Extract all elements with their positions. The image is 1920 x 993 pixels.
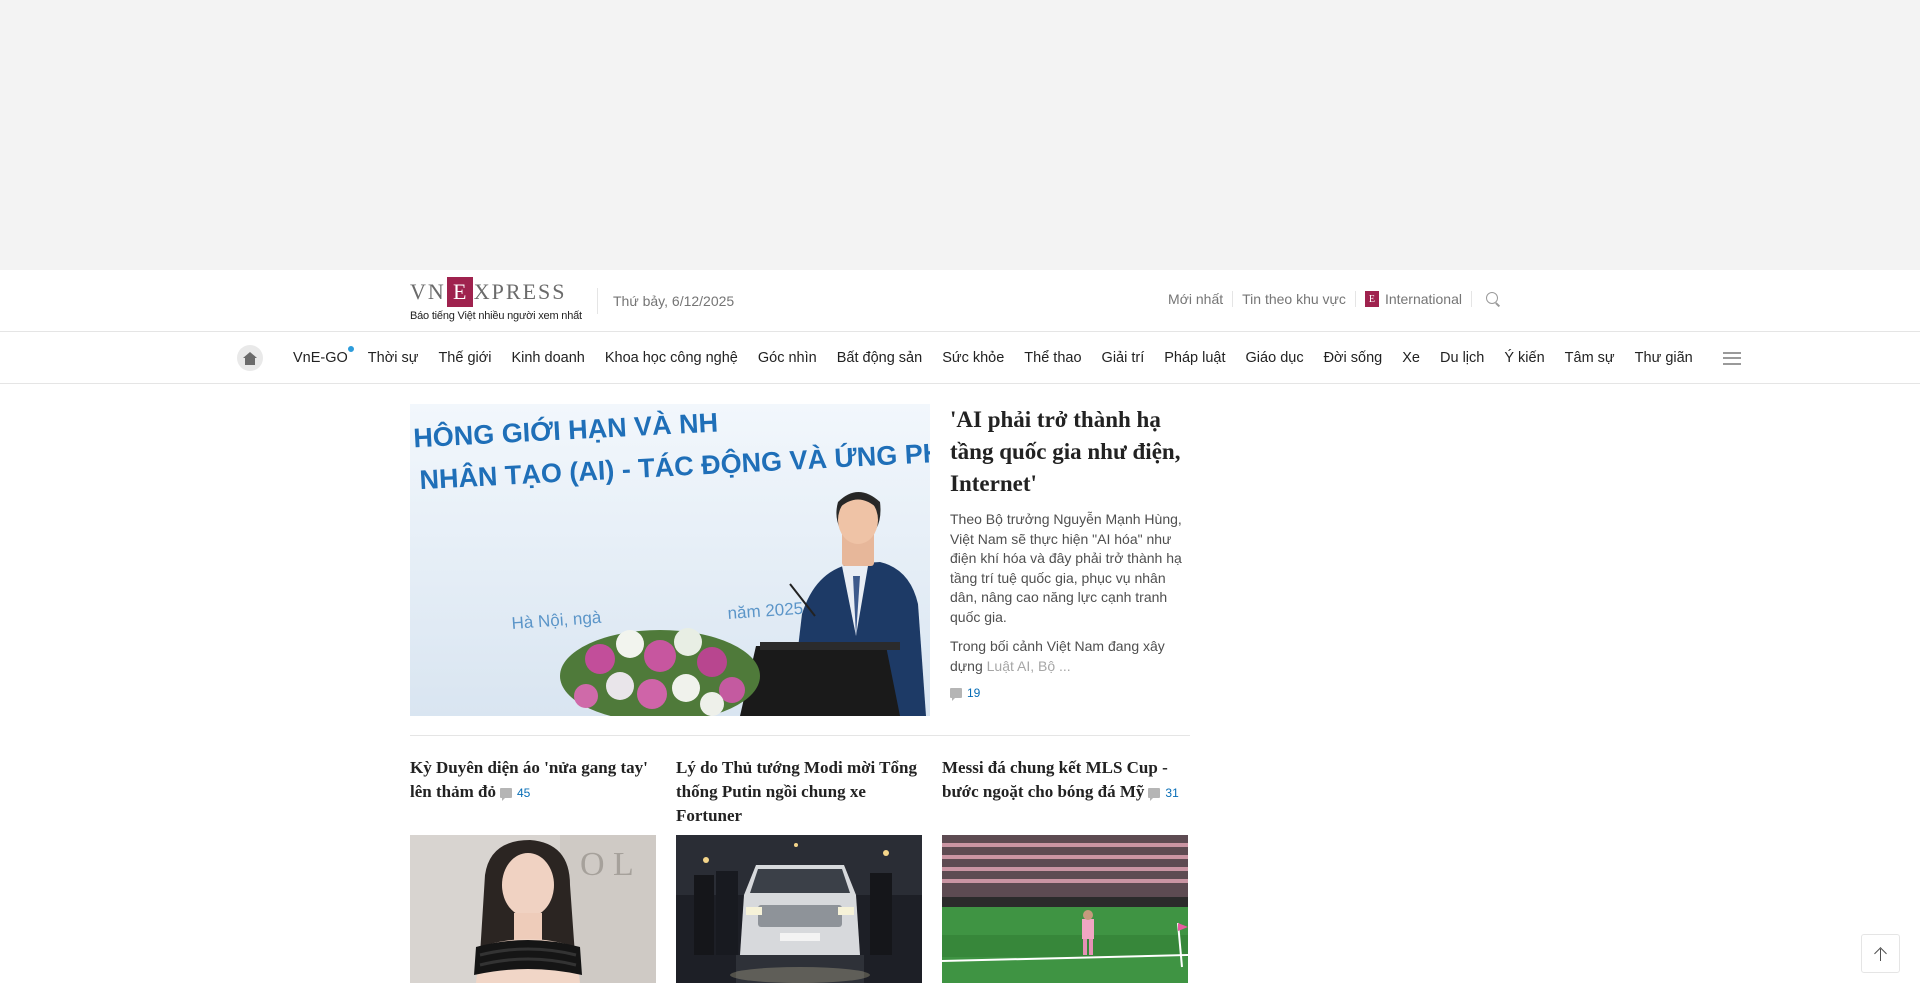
home-icon: [243, 351, 257, 365]
nav-item-label: Khoa học công nghệ: [604, 350, 738, 366]
nav-item-label: Giáo dục: [1245, 350, 1304, 366]
comment-icon: [499, 788, 512, 802]
nav-item-du-lich[interactable]: Du lịch: [1430, 350, 1494, 366]
article-image-svg: O L: [410, 835, 656, 983]
nav-item-label: Thế giới: [438, 350, 492, 366]
featured-article-description: Theo Bộ trưởng Nguyễn Mạnh Hùng, Việt Na…: [950, 511, 1182, 625]
nav-item-label: Giải trí: [1101, 350, 1145, 366]
arrow-up-icon: [1874, 947, 1888, 961]
comment-count: 19: [967, 686, 981, 700]
nav-item-thoi-su[interactable]: Thời sự: [358, 350, 429, 366]
svg-text:O L: O L: [580, 846, 634, 883]
article-title[interactable]: Kỳ Duyên diện áo 'nửa gang tay' lên thảm…: [410, 756, 656, 828]
article-comment-count[interactable]: 31: [1148, 781, 1179, 805]
latest-news-link[interactable]: Mới nhất: [1159, 291, 1232, 307]
nav-item-giai-tri[interactable]: Giải trí: [1092, 350, 1155, 366]
nav-item-label: Xe: [1402, 350, 1421, 366]
featured-article-title[interactable]: 'AI phải trở thành hạ tầng quốc gia như …: [950, 404, 1190, 500]
featured-comment-count[interactable]: 19: [950, 686, 981, 701]
nav-item-label: Bất động sản: [836, 350, 923, 366]
international-logo-icon: E: [1364, 291, 1379, 307]
logo-tagline: Báo tiếng Việt nhiều người xem nhất: [410, 310, 582, 322]
nav-item-suc-khoe[interactable]: Sức khỏe: [932, 350, 1014, 366]
article-title-text: Lý do Thủ tướng Modi mời Tổng thống Puti…: [676, 758, 917, 825]
international-link[interactable]: E International: [1354, 291, 1471, 307]
regional-news-link[interactable]: Tin theo khu vực: [1232, 291, 1355, 307]
featured-more-faded: Luật AI, Bộ ...: [986, 657, 1071, 674]
featured-article-image[interactable]: HÔNG GIỚI HẠN VÀ NH NHÂN TẠO (AI) - TÁC …: [410, 404, 930, 716]
nav-item-label: Góc nhìn: [757, 350, 817, 366]
nav-item-label: Kinh doanh: [511, 350, 585, 366]
nav-item-goc-nhin[interactable]: Góc nhìn: [748, 350, 827, 366]
nav-item-label: Đời sống: [1323, 350, 1383, 366]
nav-item-label: Sức khỏe: [942, 350, 1005, 366]
featured-article-content: 'AI phải trở thành hạ tầng quốc gia như …: [950, 404, 1190, 703]
article-image[interactable]: [676, 835, 922, 983]
nav-items: VnE-GO Thời sự Thế giới Kinh doanh Khoa …: [237, 344, 1741, 372]
logo-wordmark: VN E XPRESS: [410, 276, 585, 308]
nav-item-label: Ý kiến: [1504, 350, 1545, 366]
top-links: Mới nhất Tin theo khu vực E International: [1159, 291, 1510, 307]
regional-news-label: Tin theo khu vực: [1242, 291, 1346, 307]
logo-e-box: E: [446, 277, 473, 307]
vnexpress-logo[interactable]: VN E XPRESS Báo tiếng Việt nhiều người xem…: [410, 276, 585, 324]
nav-item-vne-go[interactable]: VnE-GO: [283, 345, 358, 366]
article-comment-count[interactable]: 45: [499, 781, 531, 805]
article-image[interactable]: [942, 835, 1188, 983]
nav-item-label: Thời sự: [367, 350, 419, 366]
nav-item-label: Du lịch: [1440, 350, 1485, 366]
article-card: Lý do Thủ tướng Modi mời Tổng thống Puti…: [676, 756, 922, 993]
nav-item-label: Thể thao: [1024, 350, 1082, 366]
nav-item-the-thao[interactable]: Thể thao: [1014, 350, 1091, 366]
main-nav: VnE-GO Thời sự Thế giới Kinh doanh Khoa …: [0, 332, 1920, 384]
nav-item-khoa-hoc-cong-nghe[interactable]: Khoa học công nghệ: [595, 350, 748, 366]
featured-image-svg: HÔNG GIỚI HẠN VÀ NH NHÂN TẠO (AI) - TÁC …: [410, 404, 930, 716]
back-to-top-button[interactable]: [1861, 934, 1900, 973]
hamburger-menu-icon[interactable]: [1722, 351, 1741, 365]
article-title[interactable]: Messi đá chung kết MLS Cup - bước ngoặt …: [942, 756, 1188, 828]
article-title-text: Messi đá chung kết MLS Cup - bước ngoặt …: [942, 758, 1168, 801]
nav-item-doi-song[interactable]: Đời sống: [1314, 350, 1393, 366]
nav-item-xe[interactable]: Xe: [1392, 350, 1430, 366]
search-button[interactable]: [1471, 291, 1510, 307]
featured-article-more: Trong bối cảnh Việt Nam đang xây dựng Lu…: [950, 637, 1190, 676]
international-label: International: [1384, 291, 1462, 307]
article-image[interactable]: O L: [410, 835, 656, 983]
nav-item-y-kien[interactable]: Ý kiến: [1494, 350, 1554, 366]
featured-article: HÔNG GIỚI HẠN VÀ NH NHÂN TẠO (AI) - TÁC …: [410, 404, 1190, 736]
new-indicator-dot: [346, 345, 355, 353]
current-date: Thứ bảy, 6/12/2025: [613, 293, 735, 309]
article-card: Kỳ Duyên diện áo 'nửa gang tay' lên thảm…: [410, 756, 656, 993]
logo-text-right: XPRESS: [473, 279, 567, 304]
nav-item-label: Tâm sự: [1564, 350, 1615, 366]
comment-icon: [950, 688, 962, 701]
home-button[interactable]: [237, 345, 263, 371]
nav-item-label: Pháp luật: [1164, 350, 1226, 366]
comment-icon: [1148, 788, 1161, 802]
logo-text-left: VN: [410, 279, 446, 304]
nav-item-bat-dong-san[interactable]: Bất động sản: [827, 350, 932, 366]
nav-item-label: VnE-GO: [293, 350, 348, 366]
ad-banner: [0, 0, 1920, 270]
latest-news-label: Mới nhất: [1168, 291, 1224, 307]
nav-item-giao-duc[interactable]: Giáo dục: [1236, 350, 1314, 366]
nav-item-phap-luat[interactable]: Pháp luật: [1154, 350, 1235, 366]
search-icon: [1485, 291, 1501, 307]
nav-item-kinh-doanh[interactable]: Kinh doanh: [501, 350, 594, 366]
article-image-svg: [676, 835, 922, 983]
nav-item-the-gioi[interactable]: Thế giới: [428, 350, 501, 366]
article-list: Kỳ Duyên diện áo 'nửa gang tay' lên thảm…: [410, 756, 1190, 993]
nav-item-tam-su[interactable]: Tâm sự: [1555, 350, 1625, 366]
article-image-svg: [942, 835, 1188, 983]
nav-item-thu-gian[interactable]: Thư giãn: [1625, 350, 1703, 366]
header-divider: [597, 288, 598, 314]
comment-count: 45: [516, 786, 531, 801]
header-top: VN E XPRESS Báo tiếng Việt nhiều người xem…: [0, 270, 1920, 332]
nav-item-label: Thư giãn: [1634, 350, 1693, 366]
comment-count: 31: [1165, 786, 1179, 801]
article-card: Messi đá chung kết MLS Cup - bước ngoặt …: [942, 756, 1188, 993]
article-title[interactable]: Lý do Thủ tướng Modi mời Tổng thống Puti…: [676, 756, 922, 828]
